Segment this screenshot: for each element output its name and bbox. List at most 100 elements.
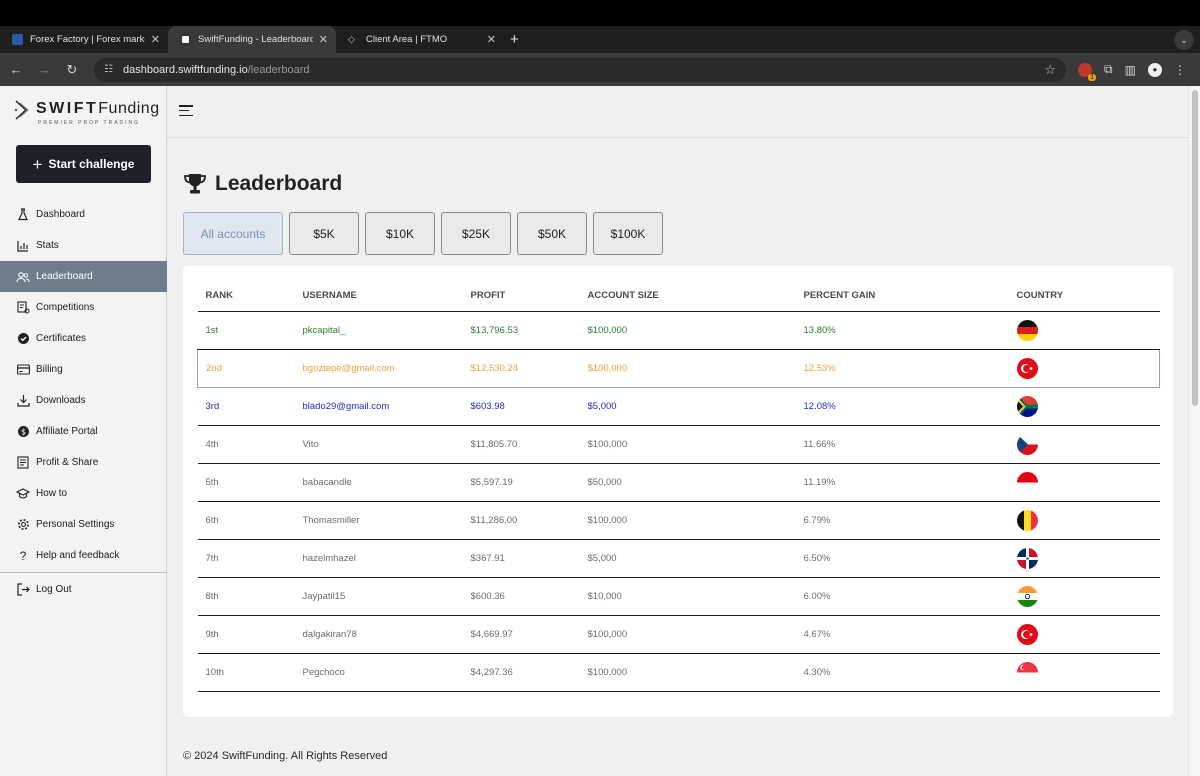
cell-profit: $5,597.19: [462, 463, 580, 502]
table-row[interactable]: 4th Vito $11,805.70 $100,000 11.66%: [197, 425, 1160, 464]
cell-account-size: $5,000: [579, 539, 796, 578]
sidebar-item-help-feedback[interactable]: ? Help and feedback: [0, 540, 167, 571]
scrollbar-thumb[interactable]: [1192, 90, 1198, 406]
sidebar-item-logout[interactable]: Log Out: [0, 574, 167, 605]
cell-percent-gain: 6.79%: [795, 501, 1009, 540]
graduation-cap-icon: [16, 487, 30, 501]
users-icon: [16, 270, 30, 284]
sidebar-item-label: Personal Settings: [36, 519, 115, 530]
cell-rank: 4th: [197, 425, 295, 464]
sidebar-item-label: Help and feedback: [36, 550, 120, 561]
filter-50k[interactable]: $50K: [517, 212, 587, 255]
cell-percent-gain: 12.08%: [795, 387, 1009, 426]
address-bar[interactable]: ☷ dashboard.swiftfunding.io/leaderboard …: [94, 57, 1066, 82]
extensions-puzzle-icon[interactable]: ⧉: [1104, 62, 1113, 77]
logo-wordmark-bold: SWIFT: [36, 100, 99, 117]
column-header-percent-gain[interactable]: PERCENT GAIN: [795, 280, 1009, 312]
table-row[interactable]: 10th Pegchoco $4,297.36 $100,000 4.30%: [197, 653, 1160, 692]
cell-percent-gain: 4.30%: [795, 653, 1009, 692]
credit-card-icon: [16, 363, 30, 377]
ftmo-icon: ◇: [348, 34, 355, 44]
cell-rank: 10th: [197, 653, 295, 692]
site-settings-icon[interactable]: ☷: [104, 64, 113, 75]
south-africa-flag-icon: [1016, 395, 1038, 417]
cell-account-size: $10,000: [579, 577, 796, 616]
table-row[interactable]: 3rd blado29@gmail.com $603.98 $5,000 12.…: [197, 387, 1160, 426]
sidebar-item-downloads[interactable]: Downloads: [0, 385, 167, 416]
column-header-username[interactable]: USERNAME: [294, 280, 463, 312]
sidebar-item-certificates[interactable]: Certificates: [0, 323, 167, 354]
extension-icon[interactable]: 1: [1078, 62, 1096, 81]
sidebar-item-leaderboard[interactable]: Leaderboard: [0, 261, 167, 292]
sidebar-item-stats[interactable]: Stats: [0, 230, 167, 261]
sidebar-item-label: Certificates: [36, 333, 87, 344]
filter-100k[interactable]: $100K: [593, 212, 663, 255]
bookmark-star-icon[interactable]: ☆: [1044, 62, 1056, 78]
column-header-account-size[interactable]: ACCOUNT SIZE: [579, 280, 796, 312]
filter-10k[interactable]: $10K: [365, 212, 435, 255]
tab-swiftfunding[interactable]: SwiftFunding - Leaderboard ✕: [168, 26, 336, 53]
cell-country: [1008, 653, 1160, 692]
sidebar-item-personal-settings[interactable]: Personal Settings: [0, 509, 167, 540]
turkey-flag-icon: [1016, 357, 1038, 379]
cell-percent-gain: 12.53%: [795, 348, 1009, 388]
swiftfunding-logo[interactable]: SWIFTFunding PREMIER PROP TRADING: [14, 98, 164, 128]
sidebar-item-competitions[interactable]: Competitions: [0, 292, 167, 323]
side-panel-icon[interactable]: ▥: [1125, 63, 1136, 77]
filter-25k[interactable]: $25K: [441, 212, 511, 255]
sidebar-item-label: How to: [36, 488, 68, 499]
back-icon[interactable]: ←: [4, 62, 28, 77]
cell-profit: $4,297.36: [462, 653, 580, 692]
hamburger-menu-icon[interactable]: [179, 105, 193, 117]
table-row[interactable]: 5th babacandle $5,597.19 $50,000 11.19%: [197, 463, 1160, 502]
cell-account-size: $100,000: [579, 653, 796, 692]
url-path: /leaderboard: [247, 63, 310, 76]
forward-icon[interactable]: →: [32, 62, 56, 77]
browser-toolbar: ← → ↻ ☷ dashboard.swiftfunding.io/leader…: [0, 53, 1200, 86]
profile-avatar[interactable]: ●: [1147, 62, 1162, 77]
logo-tagline: PREMIER PROP TRADING: [38, 120, 141, 126]
filter-5k[interactable]: $5K: [289, 212, 359, 255]
close-tab-icon[interactable]: ✕: [319, 33, 328, 46]
cell-percent-gain: 4.67%: [795, 615, 1009, 654]
tab-ftmo[interactable]: ◇ Client Area | FTMO ✕: [336, 26, 504, 53]
table-row[interactable]: 7th hazelmhazel $367.91 $5,000 6.50%: [197, 539, 1160, 578]
table-row[interactable]: 2nd bgoztepe@gmail.com $12,530.24 $100,0…: [197, 348, 1160, 388]
sidebar-item-how-to[interactable]: How to: [0, 478, 167, 509]
start-challenge-button[interactable]: + Start challenge: [16, 145, 151, 183]
cell-profit: $11,805.70: [462, 425, 580, 464]
tab-forexfactory[interactable]: Forex Factory | Forex markets ✕: [0, 26, 168, 53]
reload-icon[interactable]: ↻: [60, 62, 84, 78]
sidebar-item-billing[interactable]: Billing: [0, 354, 167, 385]
table-row[interactable]: 1st pkcapital_ $13,796.53 $100,000 13.80…: [197, 311, 1160, 350]
table-header-row: RANK USERNAME PROFIT ACCOUNT SIZE PERCEN…: [197, 280, 1160, 312]
india-flag-icon: [1016, 585, 1038, 607]
cell-percent-gain: 11.66%: [795, 425, 1009, 464]
cell-username: babacandle: [294, 463, 463, 502]
start-challenge-label: Start challenge: [48, 157, 135, 171]
tab-search-button[interactable]: ⌄: [1174, 30, 1194, 50]
close-tab-icon[interactable]: ✕: [151, 33, 160, 46]
column-header-rank[interactable]: RANK: [197, 280, 295, 312]
table-row[interactable]: 6th Thomasmiller $11,286.00 $100,000 6.7…: [197, 501, 1160, 540]
cell-profit: $11,286.00: [462, 501, 580, 540]
cell-account-size: $100,000: [579, 501, 796, 540]
close-tab-icon[interactable]: ✕: [487, 33, 496, 46]
cell-country: [1008, 577, 1160, 616]
table-row[interactable]: 8th Jaypatil15 $600.36 $10,000 6.00%: [197, 577, 1160, 616]
cell-account-size: $100,000: [579, 348, 796, 388]
table-row[interactable]: 9th dalgakiran78 $4,669.97 $100,000 4.67…: [197, 615, 1160, 654]
column-header-profit[interactable]: PROFIT: [462, 280, 580, 312]
page-scrollbar[interactable]: [1188, 86, 1200, 776]
cell-profit: $367.91: [462, 539, 580, 578]
cell-username: hazelmhazel: [294, 539, 463, 578]
cell-rank: 6th: [197, 501, 295, 540]
browser-menu-icon[interactable]: ⋮: [1174, 63, 1186, 77]
new-tab-button[interactable]: +: [504, 26, 525, 53]
sidebar-item-affiliate-portal[interactable]: $ Affiliate Portal: [0, 416, 167, 447]
sidebar-item-dashboard[interactable]: Dashboard: [0, 199, 167, 230]
sidebar-item-profit-share[interactable]: Profit & Share: [0, 447, 167, 478]
top-bar: [167, 86, 1188, 138]
column-header-country[interactable]: COUNTRY: [1008, 280, 1160, 312]
filter-all-accounts[interactable]: All accounts: [183, 212, 283, 255]
